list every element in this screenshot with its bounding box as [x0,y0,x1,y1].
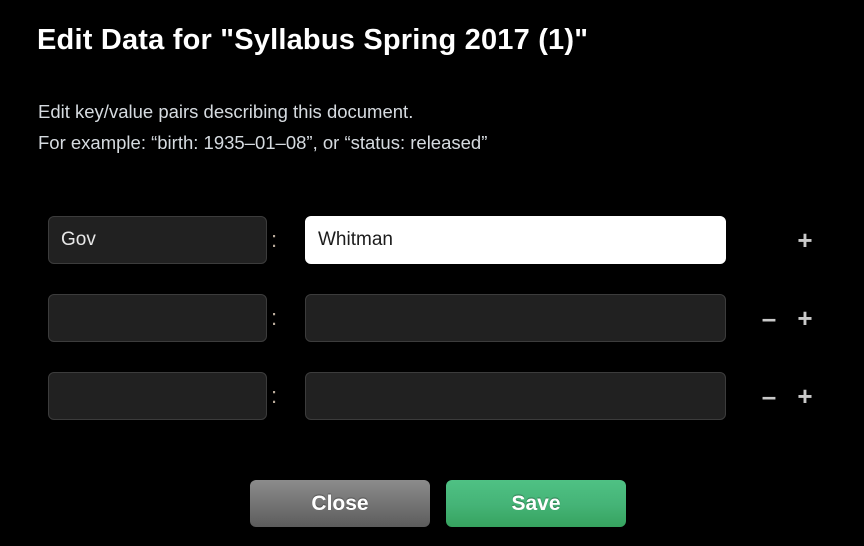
key-value-row: : – + [0,372,864,420]
key-value-separator: : [271,227,278,252]
edit-data-dialog: Edit Data for "Syllabus Spring 2017 (1)"… [0,0,864,546]
remove-row-icon[interactable]: – [754,303,784,333]
value-input[interactable] [305,294,726,342]
key-value-separator: : [271,383,278,408]
description-line-1: Edit key/value pairs describing this doc… [38,101,414,122]
add-row-icon[interactable]: + [790,303,820,333]
value-input[interactable] [305,372,726,420]
save-button[interactable]: Save [446,480,626,527]
key-value-rows: : + : – + : – + [0,216,864,450]
key-value-row: : – + [0,294,864,342]
dialog-description: Edit key/value pairs describing this doc… [38,96,487,158]
key-input[interactable] [48,216,267,264]
value-input[interactable] [305,216,726,264]
dialog-actions: Close Save [0,480,864,528]
page-title: Edit Data for "Syllabus Spring 2017 (1)" [37,24,589,56]
close-button[interactable]: Close [250,480,430,527]
add-row-icon[interactable]: + [790,225,820,255]
add-row-icon[interactable]: + [790,381,820,411]
key-value-row: : + [0,216,864,264]
key-value-separator: : [271,305,278,330]
key-input[interactable] [48,294,267,342]
remove-row-icon[interactable]: – [754,381,784,411]
key-input[interactable] [48,372,267,420]
description-line-2: For example: “birth: 1935–01–08”, or “st… [38,132,488,153]
